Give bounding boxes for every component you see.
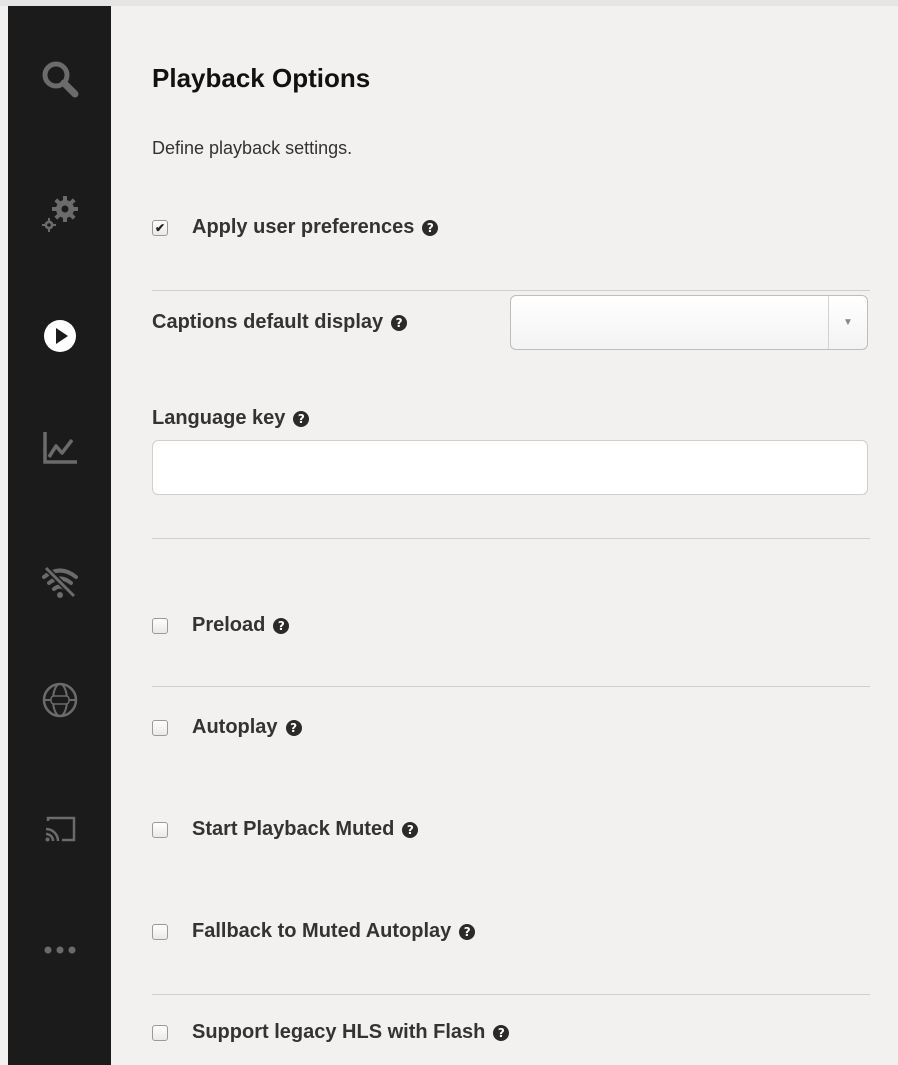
- play-circle-icon: [43, 320, 76, 352]
- help-icon[interactable]: ?: [293, 410, 310, 427]
- checkmark-icon: ✔: [154, 220, 166, 235]
- captions-default-display-select[interactable]: ▼: [510, 295, 868, 350]
- sidebar: [8, 6, 111, 1065]
- captions-default-display-row: Captions default display ?: [152, 311, 408, 334]
- divider: [152, 994, 870, 995]
- fallback-muted-autoplay-checkbox[interactable]: [152, 923, 168, 940]
- sidebar-item-cast[interactable]: [8, 799, 111, 859]
- help-icon[interactable]: ?: [459, 923, 476, 940]
- more-dots-icon: [44, 946, 75, 954]
- help-icon[interactable]: ?: [273, 617, 290, 634]
- playback-options-panel: Playback Options Define playback setting…: [152, 0, 870, 1065]
- page-description: Define playback settings.: [152, 138, 353, 158]
- sidebar-item-playback[interactable]: [8, 306, 111, 366]
- apply-user-preferences-label: Apply user preferences: [192, 216, 415, 238]
- divider: [152, 538, 870, 539]
- apply-user-preferences-row: ✔ Apply user preferences ?: [152, 216, 439, 239]
- sidebar-item-more[interactable]: [8, 920, 111, 980]
- analytics-chart-icon: [42, 432, 77, 464]
- sidebar-item-analytics[interactable]: [8, 417, 111, 477]
- help-icon[interactable]: ?: [285, 719, 302, 736]
- divider: [152, 686, 870, 687]
- sidebar-item-settings[interactable]: [8, 184, 111, 244]
- start-playback-muted-row: Start Playback Muted ?: [152, 818, 419, 841]
- globe-360-icon: [42, 682, 77, 718]
- help-icon[interactable]: ?: [422, 219, 439, 236]
- fallback-muted-autoplay-row: Fallback to Muted Autoplay ?: [152, 920, 476, 943]
- preload-label: Preload: [192, 614, 266, 636]
- language-key-input[interactable]: [152, 440, 868, 495]
- autoplay-row: Autoplay ?: [152, 716, 302, 739]
- sidebar-item-360[interactable]: [8, 670, 111, 730]
- help-icon[interactable]: ?: [402, 821, 419, 838]
- autoplay-checkbox[interactable]: [152, 719, 168, 736]
- search-icon: [42, 61, 78, 98]
- fallback-muted-autoplay-label: Fallback to Muted Autoplay: [192, 920, 452, 942]
- autoplay-label: Autoplay: [192, 716, 278, 738]
- language-key-label: Language key: [152, 407, 286, 429]
- sidebar-item-network[interactable]: [8, 552, 111, 612]
- cast-icon: [45, 816, 75, 842]
- help-icon[interactable]: ?: [391, 314, 408, 331]
- divider: [152, 290, 870, 291]
- captions-default-display-label: Captions default display: [152, 311, 384, 333]
- sidebar-item-search[interactable]: [8, 49, 111, 109]
- dropdown-arrow-icon: ▼: [828, 296, 867, 349]
- wifi-off-icon: [41, 565, 78, 599]
- gears-icon: [41, 196, 78, 232]
- preload-row: Preload ?: [152, 614, 290, 637]
- apply-user-preferences-checkbox[interactable]: ✔: [152, 219, 168, 236]
- help-icon[interactable]: ?: [493, 1024, 510, 1041]
- support-legacy-hls-label: Support legacy HLS with Flash: [192, 1021, 486, 1043]
- language-key-row: Language key ?: [152, 407, 310, 430]
- support-legacy-hls-checkbox[interactable]: [152, 1024, 168, 1041]
- support-legacy-hls-row: Support legacy HLS with Flash ?: [152, 1021, 510, 1044]
- page-title: Playback Options: [152, 63, 371, 93]
- start-playback-muted-label: Start Playback Muted: [192, 818, 395, 840]
- preload-checkbox[interactable]: [152, 617, 168, 634]
- start-playback-muted-checkbox[interactable]: [152, 821, 168, 838]
